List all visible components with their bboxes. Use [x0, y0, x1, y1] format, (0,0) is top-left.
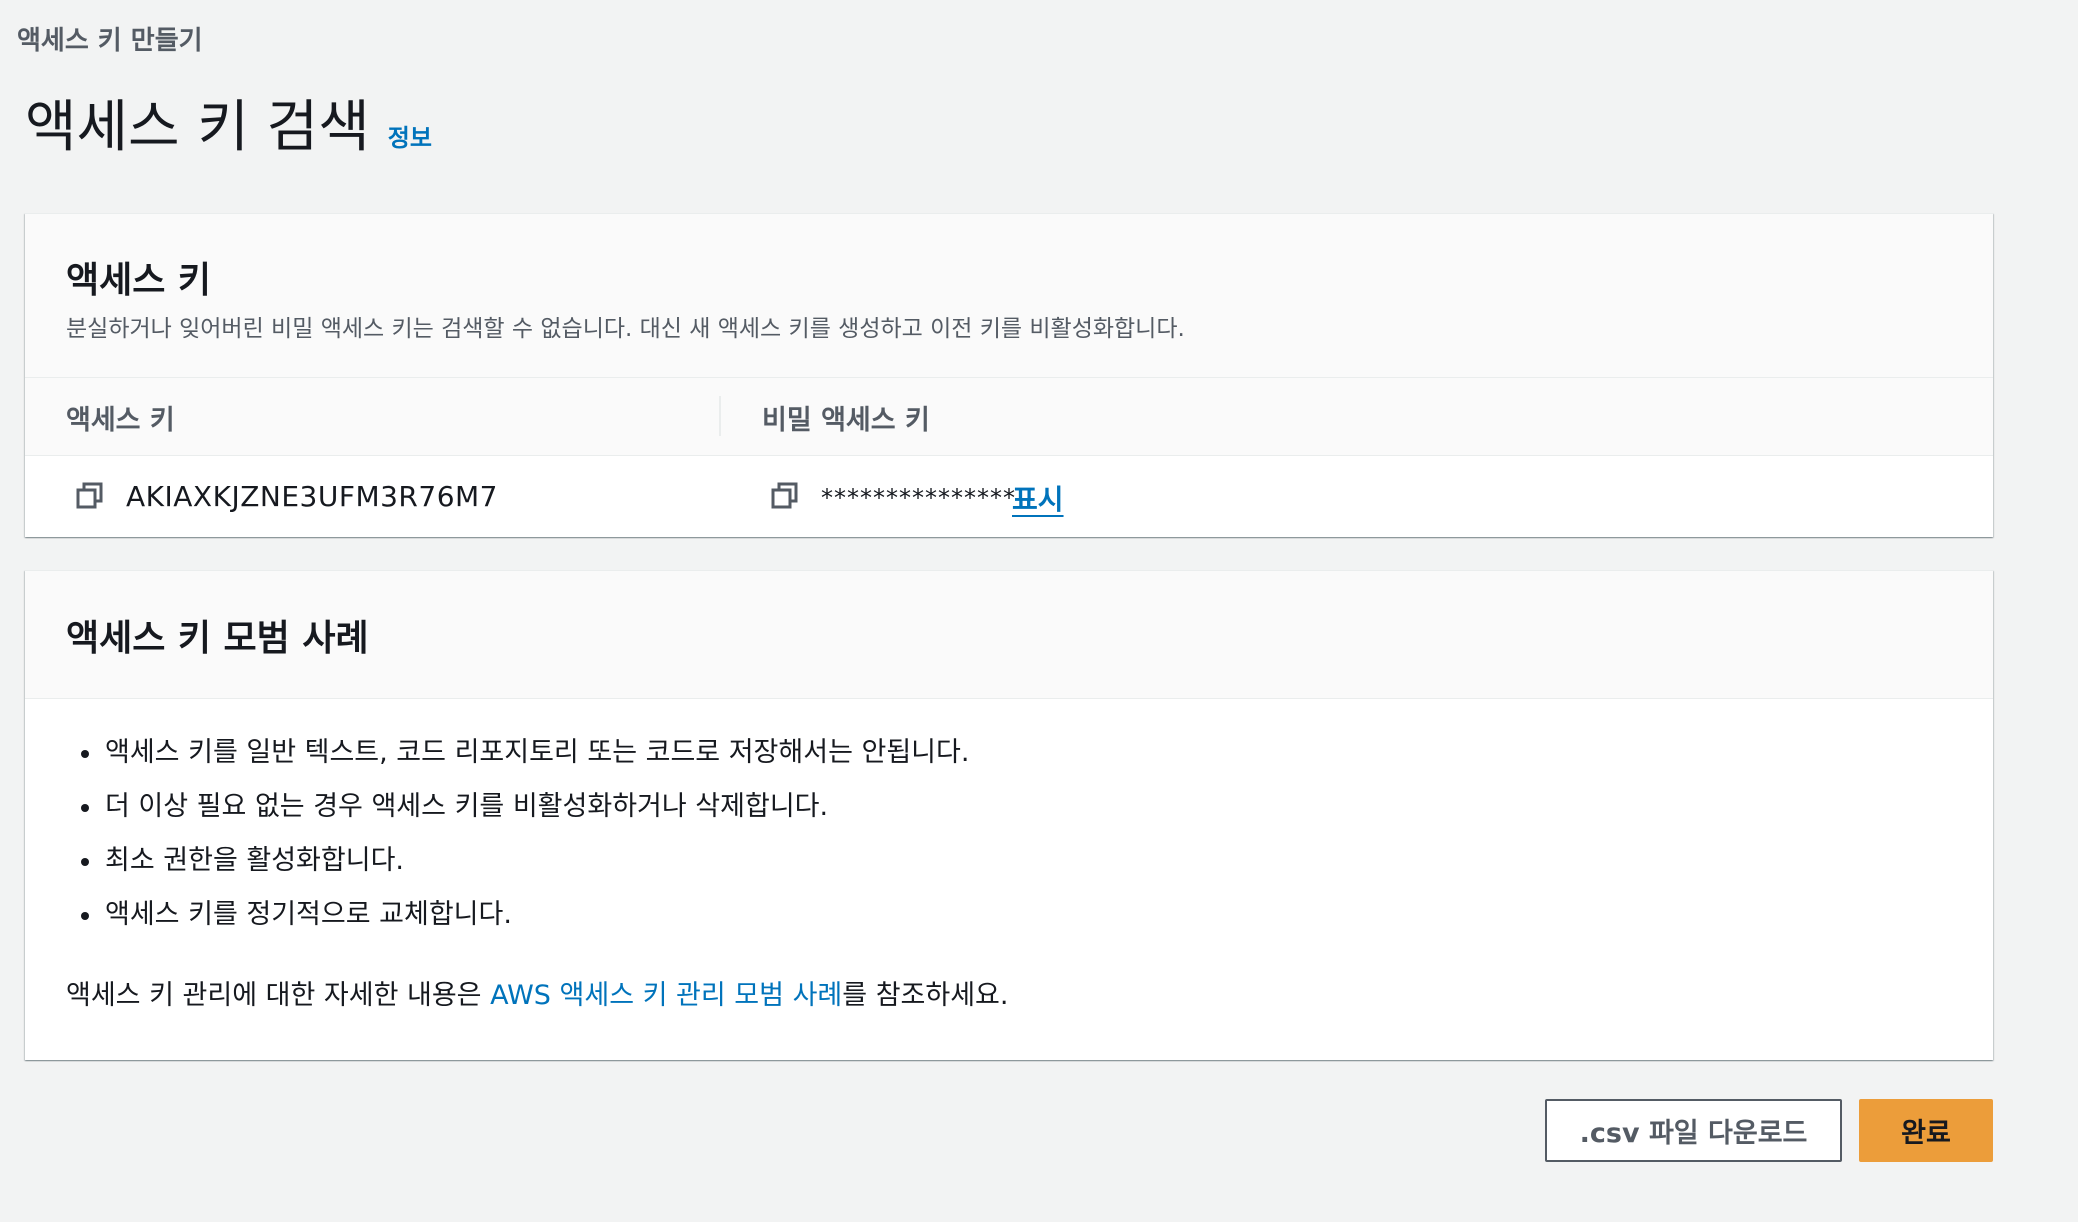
info-link[interactable]: 정보 — [388, 118, 432, 153]
column-header-secret-access-key: 비밀 액세스 키 — [762, 405, 930, 436]
more-info-prefix: 액세스 키 관리에 대한 자세한 내용은 — [66, 980, 491, 1011]
best-practices-list: 액세스 키를 일반 텍스트, 코드 리포지토리 또는 코드로 저장해서는 안됩니… — [80, 736, 969, 952]
download-csv-button[interactable]: .csv 파일 다운로드 — [1545, 1099, 1842, 1162]
access-keys-panel-description: 분실하거나 잊어버린 비밀 액세스 키는 검색할 수 없습니다. 대신 새 액세… — [66, 316, 1185, 342]
best-practices-panel: 액세스 키 모범 사례 액세스 키를 일반 텍스트, 코드 리포지토리 또는 코… — [25, 570, 1993, 1060]
access-keys-panel-header: 액세스 키 분실하거나 잊어버린 비밀 액세스 키는 검색할 수 없습니다. 대… — [25, 214, 1993, 378]
column-header-access-key: 액세스 키 — [66, 405, 175, 436]
copy-icon[interactable] — [75, 480, 105, 510]
show-secret-link[interactable]: 표시 — [1012, 478, 1064, 518]
copy-icon[interactable] — [770, 480, 800, 510]
done-button[interactable]: 완료 — [1859, 1099, 1993, 1162]
breadcrumb-current: 액세스 키 만들기 — [17, 26, 203, 56]
best-practices-panel-title: 액세스 키 모범 사례 — [66, 618, 369, 659]
column-divider — [719, 396, 721, 436]
more-info-suffix: 를 참조하세요. — [842, 980, 1009, 1011]
table-header: 액세스 키 비밀 액세스 키 — [25, 378, 1993, 456]
breadcrumb: 액세스 키 만들기 — [17, 20, 203, 57]
access-keys-panel: 액세스 키 분실하거나 잊어버린 비밀 액세스 키는 검색할 수 없습니다. 대… — [25, 213, 1993, 537]
access-keys-panel-title: 액세스 키 — [66, 260, 212, 301]
list-item: 최소 권한을 활성화합니다. — [80, 844, 969, 898]
more-info-text: 액세스 키 관리에 대한 자세한 내용은 AWS 액세스 키 관리 모범 사례를… — [66, 973, 1008, 1012]
best-practices-link[interactable]: AWS 액세스 키 관리 모범 사례 — [490, 980, 842, 1011]
page-header: 액세스 키 검색 정보 — [25, 100, 432, 156]
table-row: AKIAXKJZNE3UFM3R76M7 *************** 표시 — [25, 456, 1993, 536]
secret-access-key-masked: *************** — [821, 484, 1016, 512]
list-item: 액세스 키를 정기적으로 교체합니다. — [80, 898, 969, 952]
page-title: 액세스 키 검색 — [25, 95, 370, 160]
list-item: 더 이상 필요 없는 경우 액세스 키를 비활성화하거나 삭제합니다. — [80, 790, 969, 844]
best-practices-panel-header: 액세스 키 모범 사례 — [25, 571, 1993, 699]
access-key-value: AKIAXKJZNE3UFM3R76M7 — [126, 480, 498, 513]
list-item: 액세스 키를 일반 텍스트, 코드 리포지토리 또는 코드로 저장해서는 안됩니… — [80, 736, 969, 790]
